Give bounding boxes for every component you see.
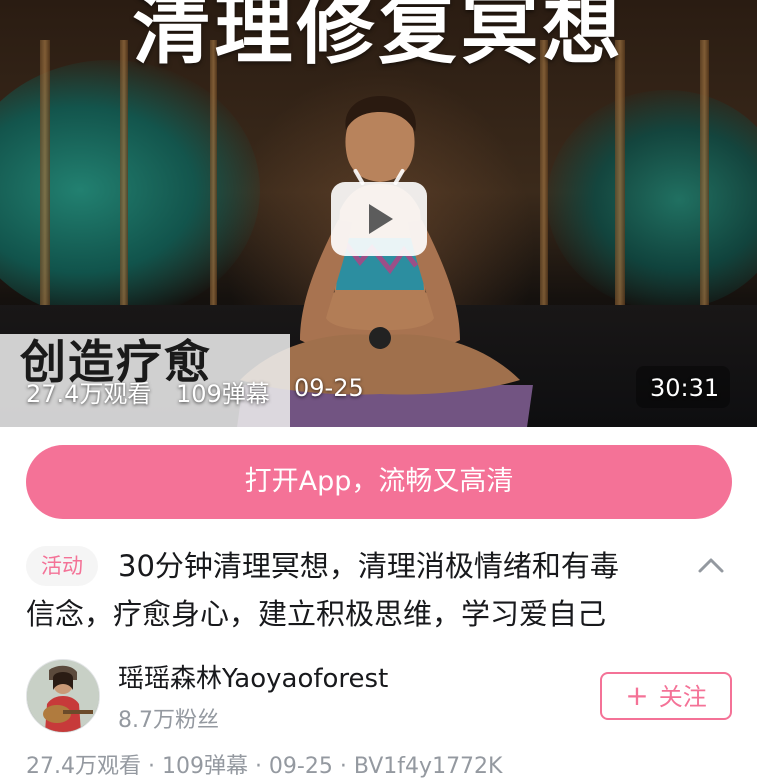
avatar[interactable] (26, 659, 100, 733)
plus-icon: + (625, 679, 649, 712)
follow-button[interactable]: + 关注 (600, 672, 732, 720)
view-count: 27.4万观看 (26, 380, 152, 408)
publish-date: 09-25 (294, 374, 364, 402)
play-button[interactable] (331, 168, 427, 256)
activity-badge: 活动 (26, 546, 98, 586)
video-meta-bar: 27.4万观看 109弹幕 09-25 30:31 (0, 366, 757, 410)
video-duration: 30:31 (650, 374, 720, 402)
avatar-image (27, 660, 99, 732)
uploader-fans: 8.7万粉丝 (118, 708, 219, 733)
open-app-button[interactable]: 打开App，流畅又高清 (26, 445, 732, 519)
danmaku-count: 109弹幕 (176, 380, 270, 408)
video-stats-line: 27.4万观看 · 109弹幕 · 09-25 · BV1f4y1772K (26, 754, 503, 779)
chevron-up-icon[interactable] (696, 552, 726, 576)
video-title-line-1: 30分钟清理冥想，清理消极情绪和有毒 (118, 549, 619, 583)
video-title-line-2: 信念，疗愈身心，建立积极思维，学习爱自己 (26, 597, 607, 631)
uploader-name[interactable]: 瑶瑶森林Yaoyaoforest (118, 658, 388, 695)
follow-label: 关注 (658, 683, 707, 711)
play-icon (369, 204, 393, 234)
video-player[interactable]: 清理修复冥想 创造疗愈 27.4万观看 109弹幕 09-25 30:31 (0, 0, 757, 427)
video-title-overlay: 清理修复冥想 (132, 0, 625, 75)
